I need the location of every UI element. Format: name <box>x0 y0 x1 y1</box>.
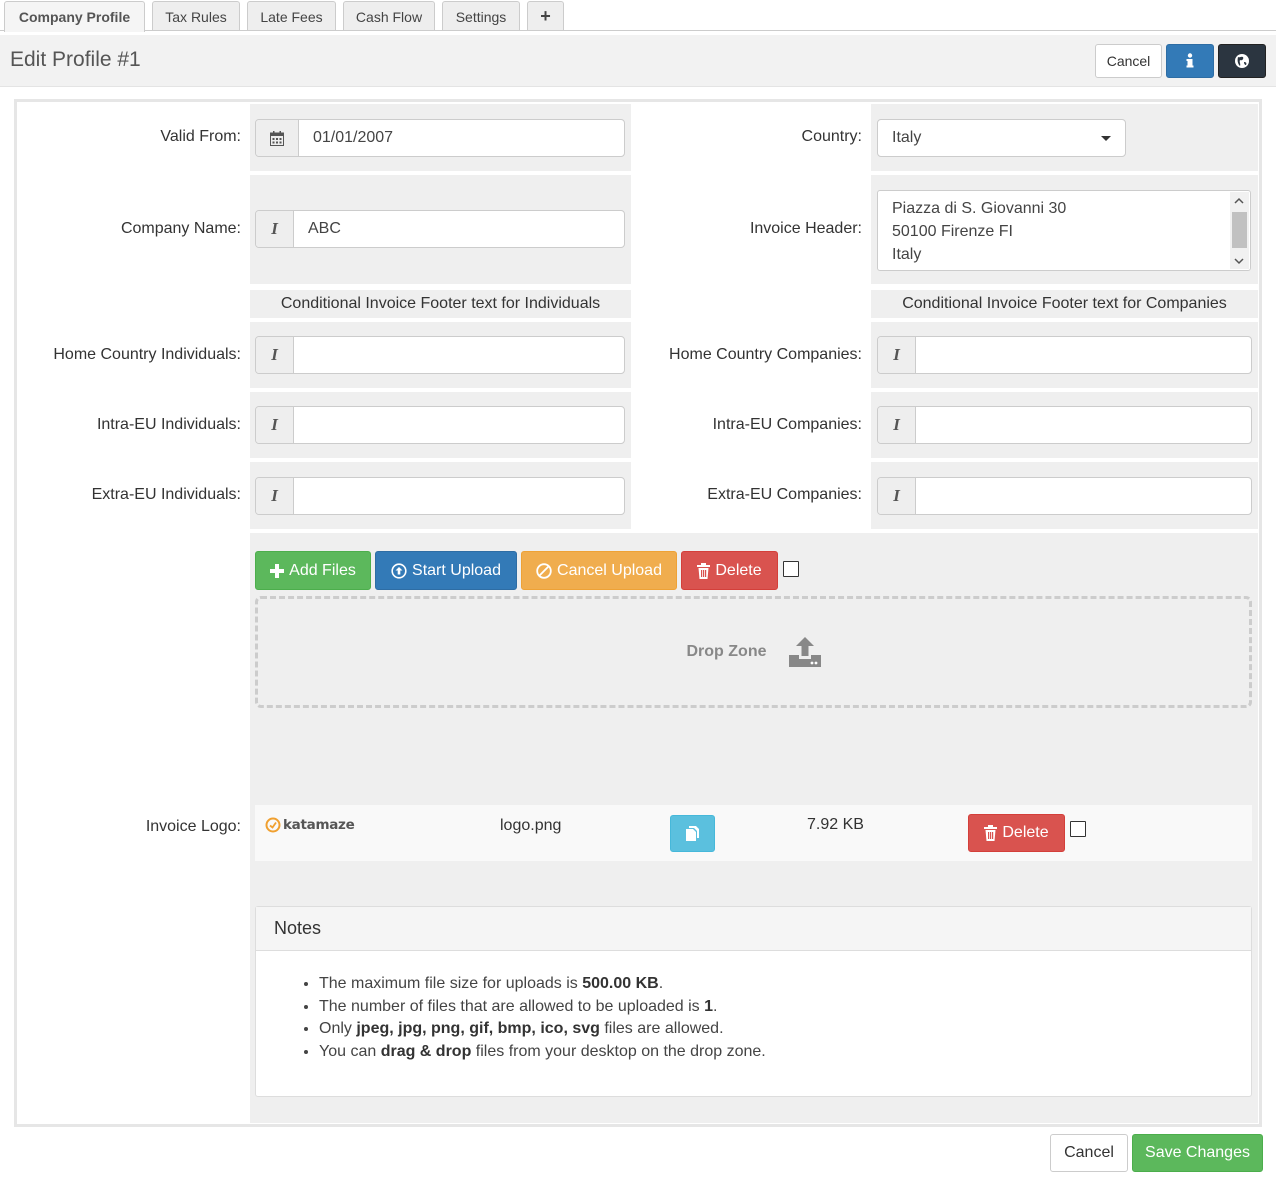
tab-add[interactable]: + <box>527 1 564 31</box>
tab-tax-rules[interactable]: Tax Rules <box>152 1 240 31</box>
info-button[interactable] <box>1166 44 1214 78</box>
globe-icon <box>1235 54 1249 68</box>
list-item: You can drag & drop files from your desk… <box>319 1041 1251 1064</box>
invoice-header-line: 50100 Firenze FI <box>892 223 1013 240</box>
ban-icon <box>536 562 552 579</box>
home-individuals-input-group: I <box>255 336 625 374</box>
file-name: logo.png <box>500 817 562 834</box>
delete-file-button[interactable]: Delete <box>968 814 1065 852</box>
copy-file-button[interactable] <box>670 815 715 852</box>
file-thumbnail: katamaze <box>265 817 355 833</box>
intra-companies-field[interactable] <box>916 407 1251 443</box>
home-companies-input-group: I <box>877 336 1252 374</box>
company-name-input-group: I ABC <box>255 210 625 248</box>
list-item: The maximum file size for uploads is 500… <box>319 973 1251 996</box>
drop-zone-label: Drop Zone <box>686 643 767 660</box>
cancel-upload-button[interactable]: Cancel Upload <box>521 551 677 590</box>
list-item: The number of files that are allowed to … <box>319 996 1251 1019</box>
extra-individuals-input-group: I <box>255 477 625 515</box>
intra-individuals-field[interactable] <box>294 407 624 443</box>
tab-cash-flow[interactable]: Cash Flow <box>343 1 435 31</box>
file-size: 7.92 KB <box>807 816 864 833</box>
italic-icon: I <box>256 211 294 247</box>
italic-icon: I <box>256 407 294 443</box>
country-select[interactable]: Italy <box>877 119 1126 157</box>
tab-company-profile[interactable]: Company Profile <box>4 1 145 32</box>
company-name-label: Company Name: <box>120 220 241 237</box>
tab-settings[interactable]: Settings <box>442 1 520 31</box>
country-value: Italy <box>892 129 922 146</box>
cancel-upload-label: Cancel Upload <box>557 561 662 579</box>
extra-individuals-field[interactable] <box>294 478 624 514</box>
scroll-up-icon[interactable] <box>1234 197 1244 204</box>
invoice-header-line: Italy <box>892 246 922 263</box>
intra-companies-label: Intra-EU Companies: <box>712 416 862 433</box>
intra-individuals-input-group: I <box>255 406 625 444</box>
extra-companies-field[interactable] <box>916 478 1251 514</box>
calendar-icon[interactable] <box>256 120 299 156</box>
notes-panel: Notes The maximum file size for uploads … <box>255 906 1252 1097</box>
upload-circle-icon <box>391 562 407 579</box>
italic-icon: I <box>256 478 294 514</box>
trash-icon <box>984 825 998 841</box>
trash-icon <box>697 562 711 579</box>
home-individuals-label: Home Country Individuals: <box>53 346 241 363</box>
katamaze-logo-text: katamaze <box>283 817 355 833</box>
italic-icon: I <box>878 407 916 443</box>
page-title: Edit Profile #1 <box>10 48 141 71</box>
home-companies-field[interactable] <box>916 337 1251 373</box>
extra-individuals-label: Extra-EU Individuals: <box>91 486 241 503</box>
invoice-header-label: Invoice Header: <box>749 220 862 237</box>
select-all-checkbox[interactable] <box>783 561 799 577</box>
drop-zone[interactable]: Drop Zone <box>255 596 1252 708</box>
scroll-thumb[interactable] <box>1232 212 1247 248</box>
invoice-logo-label: Invoice Logo: <box>145 818 241 835</box>
save-changes-button[interactable]: Save Changes <box>1132 1134 1263 1172</box>
home-individuals-field[interactable] <box>294 337 624 373</box>
intra-companies-input-group: I <box>877 406 1252 444</box>
country-label: Country: <box>801 128 862 145</box>
companies-heading: Conditional Invoice Footer text for Comp… <box>902 295 1227 312</box>
cancel-button[interactable]: Cancel <box>1095 44 1162 78</box>
file-row: katamaze logo.png 7.92 KB Delete <box>255 805 1252 861</box>
delete-file-label: Delete <box>1002 824 1049 841</box>
valid-from-input-group: 01/01/2007 <box>255 119 625 157</box>
list-item: Only jpeg, jpg, png, gif, bmp, ico, svg … <box>319 1018 1251 1041</box>
invoice-header-textarea[interactable]: Piazza di S. Giovanni 30 50100 Firenze F… <box>877 190 1251 271</box>
start-upload-button[interactable]: Start Upload <box>375 551 517 590</box>
tab-bar: Company Profile Tax Rules Late Fees Cash… <box>0 0 1276 32</box>
valid-from-field[interactable]: 01/01/2007 <box>299 120 624 156</box>
info-icon <box>1186 53 1194 68</box>
add-files-label: Add Files <box>289 561 356 579</box>
file-checkbox[interactable] <box>1070 821 1086 837</box>
start-upload-label: Start Upload <box>412 561 501 579</box>
invoice-header-line: Piazza di S. Giovanni 30 <box>892 200 1067 217</box>
caret-down-icon <box>1101 136 1111 141</box>
page-header: Edit Profile #1 Cancel <box>0 35 1276 87</box>
italic-icon: I <box>878 337 916 373</box>
company-name-field[interactable]: ABC <box>294 211 624 247</box>
globe-button[interactable] <box>1218 44 1266 78</box>
add-files-button[interactable]: Add Files <box>255 551 371 590</box>
notes-title: Notes <box>256 907 1251 951</box>
tab-late-fees[interactable]: Late Fees <box>247 1 336 31</box>
valid-from-label: Valid From: <box>160 128 241 145</box>
home-companies-label: Home Country Companies: <box>669 346 862 363</box>
extra-companies-label: Extra-EU Companies: <box>707 486 862 503</box>
italic-icon: I <box>256 337 294 373</box>
copy-icon <box>686 826 699 841</box>
delete-all-button[interactable]: Delete <box>681 551 778 590</box>
footer-cancel-button[interactable]: Cancel <box>1050 1134 1128 1172</box>
scroll-down-icon[interactable] <box>1234 258 1244 265</box>
katamaze-logo-icon <box>265 817 281 833</box>
upload-icon <box>788 637 821 667</box>
textarea-scrollbar[interactable] <box>1230 192 1249 269</box>
delete-all-label: Delete <box>715 561 762 579</box>
individuals-heading: Conditional Invoice Footer text for Indi… <box>280 295 601 312</box>
notes-list: The maximum file size for uploads is 500… <box>256 973 1251 1064</box>
plus-icon <box>270 563 285 578</box>
intra-individuals-label: Intra-EU Individuals: <box>96 416 241 433</box>
italic-icon: I <box>878 478 916 514</box>
extra-companies-input-group: I <box>877 477 1252 515</box>
